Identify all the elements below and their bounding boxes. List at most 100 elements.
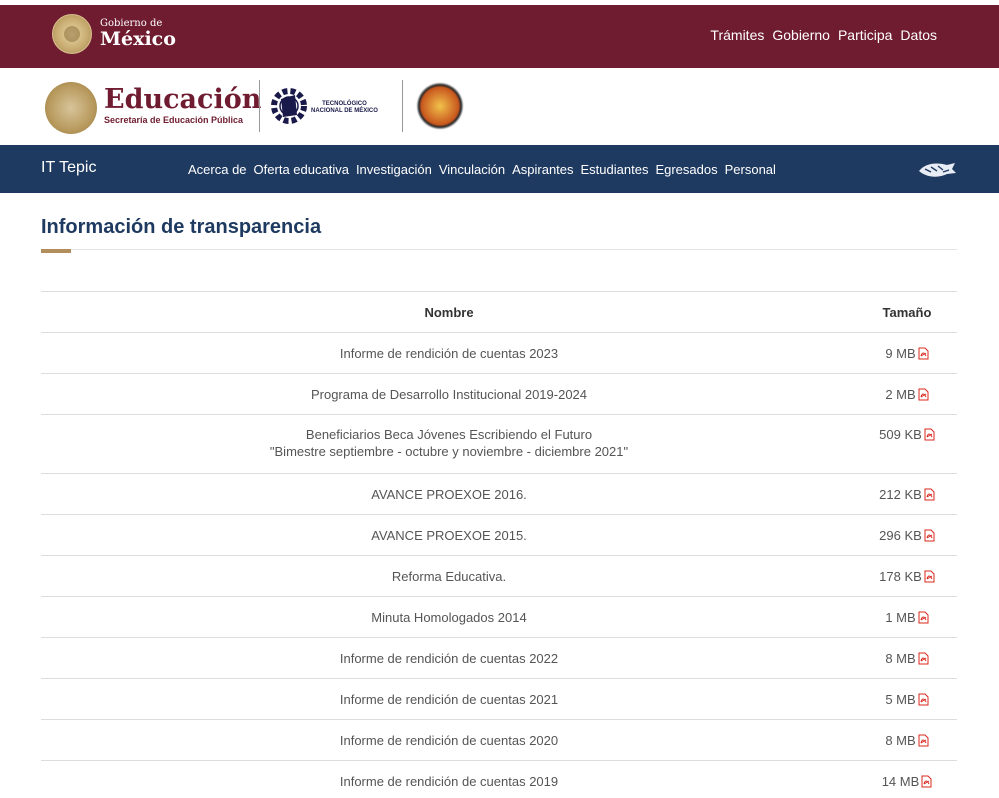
document-link[interactable]: Informe de rendición de cuentas 2019 xyxy=(41,760,857,798)
gov-nav-participa[interactable]: Participa xyxy=(838,27,892,43)
mexico-coat-of-arms-icon xyxy=(52,14,92,54)
document-name: Minuta Homologados 2014 xyxy=(371,609,527,625)
it-nav-vinculacion[interactable]: Vinculación xyxy=(439,162,505,177)
document-name-line2: "Bimestre septiembre - octubre y noviemb… xyxy=(269,444,629,459)
document-link[interactable]: Informe de rendición de cuentas 2022 xyxy=(41,637,857,679)
table-row: Minuta Homologados 2014 1 MB xyxy=(41,596,957,638)
document-link[interactable]: AVANCE PROEXOE 2015. xyxy=(41,514,857,556)
table-row: Informe de rendición de cuentas 2021 5 M… xyxy=(41,678,957,720)
document-link[interactable]: Programa de Desarrollo Institucional 201… xyxy=(41,373,857,415)
document-link[interactable]: Reforma Educativa. xyxy=(41,555,857,597)
it-nav-egresados[interactable]: Egresados xyxy=(655,162,717,177)
document-name: Informe de rendición de cuentas 2020 xyxy=(339,732,559,748)
document-size-cell[interactable]: 8 MB xyxy=(857,637,957,679)
pdf-icon[interactable] xyxy=(918,693,929,706)
document-size-cell[interactable]: 9 MB xyxy=(857,332,957,374)
it-nav-aspirantes[interactable]: Aspirantes xyxy=(512,162,573,177)
it-menu: Acerca de Oferta educativa Investigación… xyxy=(188,162,776,177)
table-row: AVANCE PROEXOE 2015. 296 KB xyxy=(41,514,957,556)
document-size: 9 MB xyxy=(885,345,916,361)
gov-nav: Trámites Gobierno Participa Datos xyxy=(710,27,937,43)
table-row: Programa de Desarrollo Institucional 201… xyxy=(41,373,957,415)
pdf-icon[interactable] xyxy=(924,488,935,501)
it-brand-link[interactable]: IT Tepic xyxy=(41,159,96,177)
document-name: Informe de rendición de cuentas 2023 xyxy=(339,345,559,361)
document-size: 5 MB xyxy=(885,691,916,707)
document-size: 296 KB xyxy=(879,527,922,543)
table-row: Informe de rendición de cuentas 2019 14 … xyxy=(41,760,957,798)
table-row: Informe de rendición de cuentas 2023 9 M… xyxy=(41,332,957,374)
document-size-cell[interactable]: 212 KB xyxy=(857,473,957,515)
document-size-cell[interactable]: 1 MB xyxy=(857,596,957,638)
it-nav-oferta-educativa[interactable]: Oferta educativa xyxy=(254,162,349,177)
it-nav-personal[interactable]: Personal xyxy=(725,162,776,177)
logo-strip: Educación Secretaría de Educación Públic… xyxy=(0,68,999,145)
document-name: Informe de rendición de cuentas 2022 xyxy=(339,650,559,666)
document-size: 212 KB xyxy=(879,486,922,502)
document-link[interactable]: AVANCE PROEXOE 2016. xyxy=(41,473,857,515)
gov-header: Gobierno de México Trámites Gobierno Par… xyxy=(0,5,999,68)
edu-subtitle: Secretaría de Educación Pública xyxy=(104,115,244,125)
document-name: Informe de rendición de cuentas 2021 xyxy=(339,691,559,707)
column-header-name: Nombre xyxy=(41,291,857,333)
table-row: Informe de rendición de cuentas 2020 8 M… xyxy=(41,719,957,761)
table-row: AVANCE PROEXOE 2016. 212 KB xyxy=(41,473,957,515)
documents-table: Nombre Tamaño Informe de rendición de cu… xyxy=(41,291,957,798)
table-row: Informe de rendición de cuentas 2022 8 M… xyxy=(41,637,957,679)
page-title: Información de transparencia xyxy=(41,216,322,238)
document-name: AVANCE PROEXOE 2015. xyxy=(371,527,527,543)
tecnm-text: TECNOLÓGICO NACIONAL DE MÉXICO xyxy=(311,101,378,115)
document-name: Beneficiarios Beca Jóvenes Escribiendo e… xyxy=(305,427,593,442)
document-size: 14 MB xyxy=(881,773,920,789)
document-name: Programa de Desarrollo Institucional 201… xyxy=(310,386,588,402)
pdf-icon[interactable] xyxy=(924,529,935,542)
pdf-icon[interactable] xyxy=(924,428,935,441)
pdf-icon[interactable] xyxy=(918,347,929,360)
pdf-icon[interactable] xyxy=(918,652,929,665)
column-header-size: Tamaño xyxy=(857,291,957,333)
table-header-row: Nombre Tamaño xyxy=(41,291,957,333)
document-link[interactable]: Beneficiarios Beca Jóvenes Escribiendo e… xyxy=(41,414,857,474)
document-size: 178 KB xyxy=(879,568,922,584)
gov-nav-tramites[interactable]: Trámites xyxy=(710,27,764,43)
pdf-icon[interactable] xyxy=(918,734,929,747)
document-size: 1 MB xyxy=(885,609,916,625)
document-size-cell[interactable]: 2 MB xyxy=(857,373,957,415)
document-size-cell[interactable]: 8 MB xyxy=(857,719,957,761)
pdf-icon[interactable] xyxy=(918,388,929,401)
gov-logo-link[interactable]: Gobierno de México xyxy=(52,14,176,54)
logo-divider xyxy=(402,80,403,132)
document-name: Reforma Educativa. xyxy=(391,568,507,584)
document-name: AVANCE PROEXOE 2016. xyxy=(371,486,527,502)
tecnm-line2: NACIONAL DE MÉXICO xyxy=(311,108,378,115)
it-nav-estudiantes[interactable]: Estudiantes xyxy=(581,162,649,177)
document-size-cell[interactable]: 296 KB xyxy=(857,514,957,556)
tecnm-line1: TECNOLÓGICO xyxy=(322,101,367,107)
document-size: 8 MB xyxy=(885,650,916,666)
gov-nav-gobierno[interactable]: Gobierno xyxy=(772,27,830,43)
document-size-cell[interactable]: 14 MB xyxy=(857,760,957,798)
it-nav: IT Tepic Acerca de Oferta educativa Inve… xyxy=(0,145,999,193)
tiger-mascot-icon xyxy=(919,163,956,177)
it-tepic-seal-icon xyxy=(416,82,464,130)
gov-nav-datos[interactable]: Datos xyxy=(900,27,937,43)
document-size: 509 KB xyxy=(879,427,922,442)
document-link[interactable]: Informe de rendición de cuentas 2021 xyxy=(41,678,857,720)
document-size-cell[interactable]: 5 MB xyxy=(857,678,957,720)
table-row: Reforma Educativa. 178 KB xyxy=(41,555,957,597)
it-nav-acerca-de[interactable]: Acerca de xyxy=(188,162,247,177)
pdf-icon[interactable] xyxy=(924,570,935,583)
document-size: 8 MB xyxy=(885,732,916,748)
document-link[interactable]: Informe de rendición de cuentas 2023 xyxy=(41,332,857,374)
document-link[interactable]: Informe de rendición de cuentas 2020 xyxy=(41,719,857,761)
gov-logo-text: Gobierno de México xyxy=(100,19,176,49)
pdf-icon[interactable] xyxy=(921,775,932,788)
document-link[interactable]: Minuta Homologados 2014 xyxy=(41,596,857,638)
document-size-cell[interactable]: 509 KB xyxy=(857,414,957,474)
gov-logo-big: México xyxy=(100,28,176,50)
document-size-cell[interactable]: 178 KB xyxy=(857,555,957,597)
it-nav-investigacion[interactable]: Investigación xyxy=(356,162,432,177)
edu-title: Educación xyxy=(104,84,262,115)
pdf-icon[interactable] xyxy=(918,611,929,624)
sep-seal-icon xyxy=(45,82,97,134)
